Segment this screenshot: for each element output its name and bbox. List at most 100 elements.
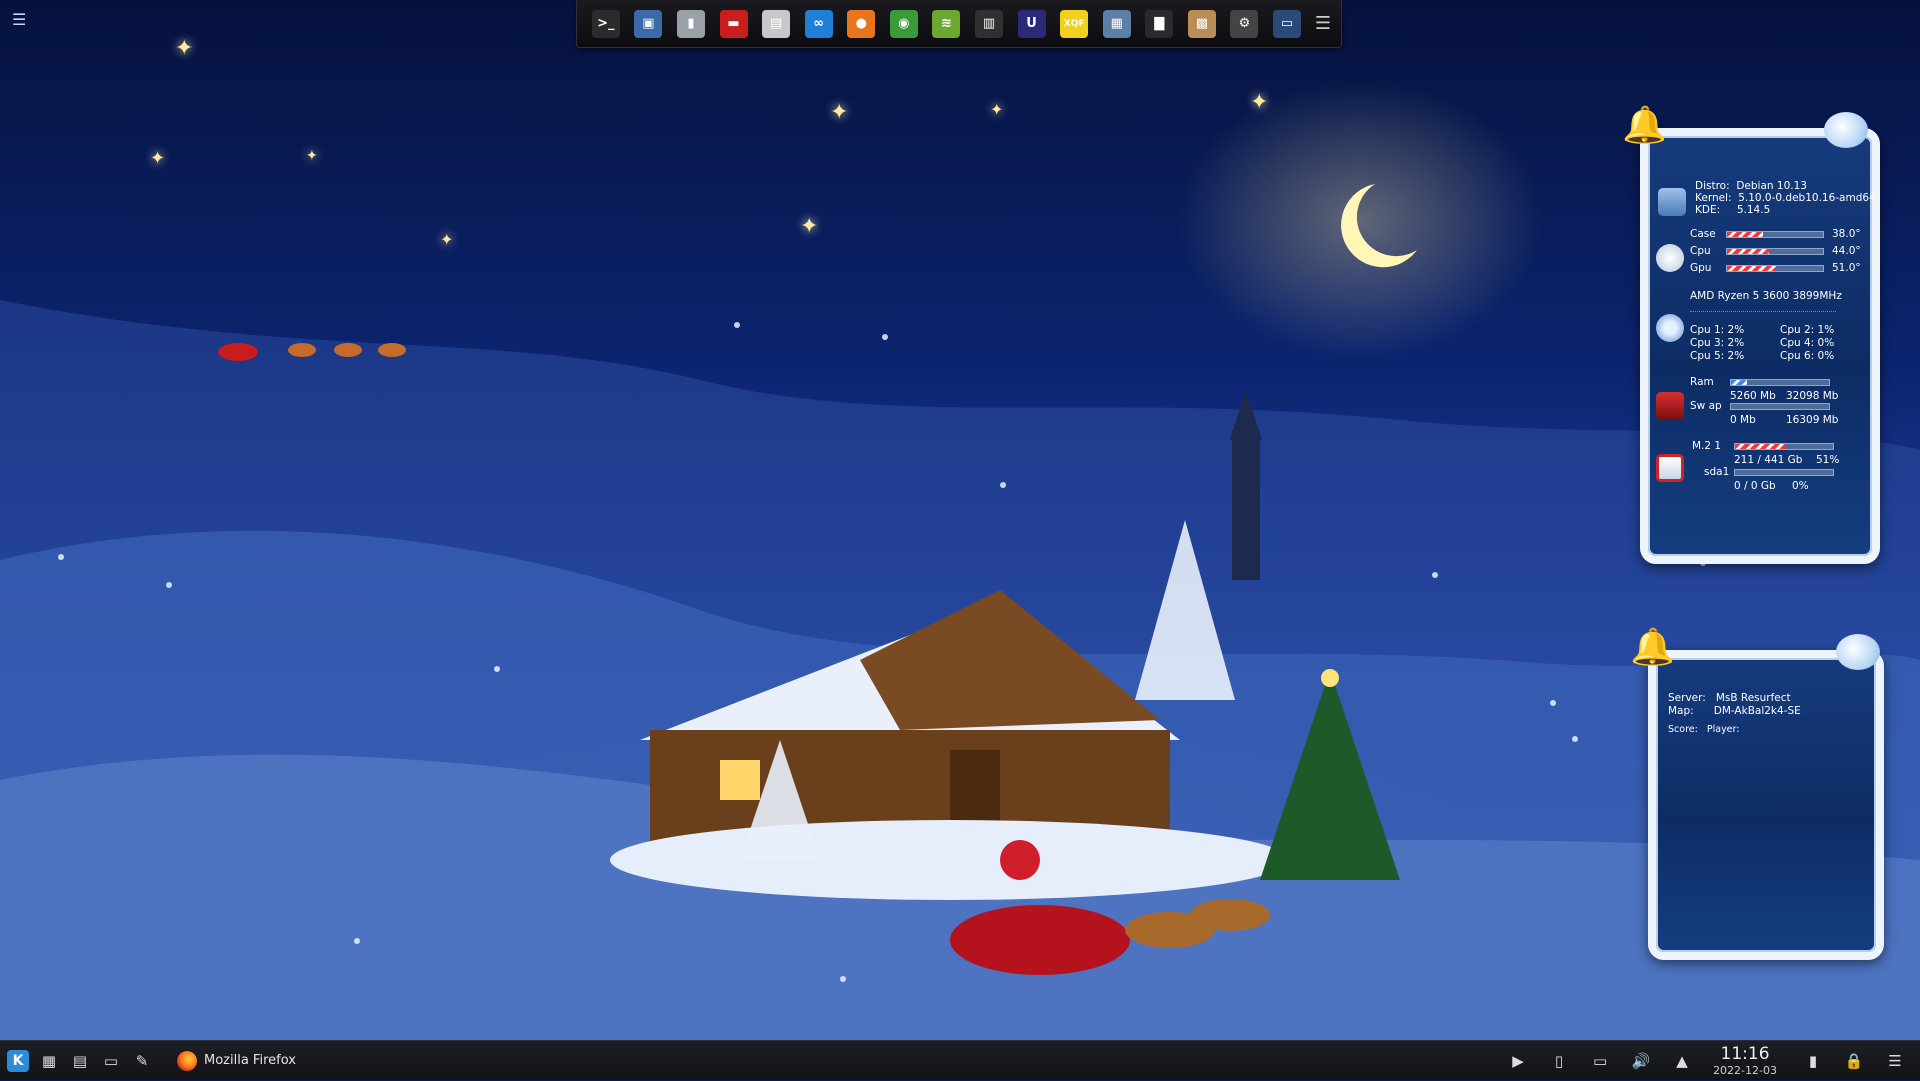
disk2-usage: 0 / 0 Gb	[1734, 480, 1776, 492]
temp-bar	[1726, 248, 1824, 255]
nextcloud-icon-glyph: ∞	[804, 9, 833, 38]
terminal-icon-glyph: >_	[591, 9, 620, 38]
disk1-percent: 51%	[1816, 454, 1840, 466]
swap-used: 0 Mb	[1730, 414, 1756, 426]
text-editor-icon[interactable]: ✎	[129, 1048, 155, 1074]
system-monitor-widget: Distro: Debian 10.13 Kernel: 5.10.0-0.de…	[1640, 128, 1880, 564]
star: ✦	[440, 230, 454, 249]
application-launcher-button[interactable]: K	[5, 1048, 31, 1074]
cpu-core-usage: Cpu 3: 2%	[1690, 337, 1745, 349]
digital-clock[interactable]: 11:16 2022-12-03	[1713, 1046, 1777, 1077]
chrome-icon-glyph: ◉	[889, 9, 918, 38]
cpu-core-usage: Cpu 2: 1%	[1780, 324, 1835, 336]
cpu-gear-icon	[1656, 314, 1684, 342]
network-icon[interactable]: ▭	[1587, 1048, 1613, 1074]
snowflake	[1432, 572, 1438, 578]
thermometer-icon	[1656, 244, 1684, 272]
cpu-core-usage: Cpu 6: 0%	[1780, 350, 1835, 362]
red-folder-icon-glyph: ▬	[719, 9, 748, 38]
temp-value: 51.0°	[1832, 262, 1861, 274]
network-monitor-icon[interactable]: ▣	[630, 5, 668, 43]
audio-meter-icon[interactable]: ▇	[1141, 5, 1179, 43]
swap-label: Sw ap	[1690, 400, 1722, 412]
snowflake	[1550, 700, 1556, 706]
snowy-landscape	[0, 300, 1920, 1040]
media-play-icon[interactable]: ▶	[1505, 1048, 1531, 1074]
disk2-label: sda1	[1704, 466, 1730, 478]
score-header: Score: Player:	[1668, 724, 1740, 735]
terminal-icon[interactable]: >_	[587, 5, 625, 43]
ram-used: 5260 Mb	[1730, 390, 1776, 402]
display-icon[interactable]: ▭	[1268, 5, 1306, 43]
keepass-icon-glyph: ▦	[1102, 9, 1131, 38]
panel-menu-icon[interactable]: ☰	[1882, 1048, 1908, 1074]
star: ✦	[150, 148, 166, 169]
swap-total: 16309 Mb	[1786, 414, 1839, 426]
package-icon-glyph: ▩	[1187, 9, 1216, 38]
desktop-menu-icon[interactable]: ☰	[12, 10, 26, 29]
equalizer-icon[interactable]: ▥	[970, 5, 1008, 43]
nextcloud-icon[interactable]: ∞	[800, 5, 838, 43]
computer-icon	[1658, 188, 1686, 216]
disk1-label: M.2 1	[1692, 440, 1722, 452]
red-folder-icon[interactable]: ▬	[715, 5, 753, 43]
firefox-icon[interactable]: ●	[842, 5, 880, 43]
christmas-bells-icon: 🔔	[1630, 627, 1675, 668]
star: ✦	[175, 36, 194, 61]
dock-menu-icon[interactable]: ☰	[1315, 13, 1331, 34]
usb-drive-icon[interactable]: ▮	[672, 5, 710, 43]
snowflake	[166, 582, 172, 588]
equalizer-icon-glyph: ▥	[974, 9, 1003, 38]
unreal-tournament-icon[interactable]: U	[1013, 5, 1051, 43]
snowflake	[1572, 736, 1578, 742]
firefox-task-button[interactable]: Mozilla Firefox	[169, 1047, 304, 1075]
lock-screen-icon[interactable]: 🔒	[1841, 1048, 1867, 1074]
kernel-row: Kernel: 5.10.0-0.deb10.16-amd64	[1695, 192, 1876, 204]
system-tray: ▶ ▯ ▭ 🔊 ▲ 11:16 2022-12-03 ▮ 🔒 ☰	[1500, 1041, 1920, 1081]
steam-settings-icon-glyph: ⚙	[1230, 9, 1259, 38]
snowflake	[882, 334, 888, 340]
firefox-icon	[177, 1050, 197, 1071]
cpu-core-usage: Cpu 5: 2%	[1690, 350, 1745, 362]
snow-globe-ornament	[1824, 112, 1868, 148]
chrome-icon[interactable]: ◉	[885, 5, 923, 43]
disk2-percent: 0%	[1792, 480, 1809, 492]
terminal-icon[interactable]: ▭	[98, 1048, 124, 1074]
disk1-usage: 211 / 441 Gb	[1734, 454, 1803, 466]
temp-label: Case	[1690, 228, 1716, 240]
snowflake	[840, 976, 846, 982]
clipboard-icon[interactable]: ▮	[1800, 1048, 1826, 1074]
star: ✦	[830, 100, 849, 125]
expand-tray-icon[interactable]: ▲	[1669, 1048, 1695, 1074]
star: ✦	[990, 100, 1004, 119]
file-manager-icon[interactable]: ▤	[67, 1048, 93, 1074]
file-cabinet-icon[interactable]: ▤	[757, 5, 795, 43]
usb-device-icon[interactable]: ▯	[1546, 1048, 1572, 1074]
network-monitor-icon-glyph: ▣	[634, 9, 663, 38]
taskbar: K ▦ ▤ ▭ ✎ Mozilla Firefox ▶ ▯ ▭ 🔊 ▲ 11:1…	[0, 1040, 1920, 1080]
xqf-icon[interactable]: XQF	[1055, 5, 1093, 43]
map-row: Map: DM-AkBal2k4-SE	[1668, 705, 1801, 717]
temp-label: Gpu	[1690, 262, 1712, 274]
package-icon[interactable]: ▩	[1183, 5, 1221, 43]
file-cabinet-icon-glyph: ▤	[762, 9, 791, 38]
steam-settings-icon[interactable]: ⚙	[1226, 5, 1264, 43]
kde-icon: K	[7, 1049, 29, 1072]
spotify-icon-glyph: ≋	[932, 9, 961, 38]
cpu-core-usage: Cpu 1: 2%	[1690, 324, 1745, 336]
kde-row: KDE: 5.14.5	[1695, 204, 1771, 216]
volume-icon[interactable]: 🔊	[1628, 1048, 1654, 1074]
desktop-wallpaper: ✦ ✦ ✦ ✦ ✦ ✦ ✦ ✦ ☰ >_ ▣ ▮ ▬ ▤ ∞ ● ◉ ≋ ▥ U XQF ▦ ▇ ▩ ⚙ ▭ ☰ …	[0, 0, 1920, 1040]
ram-label: Ram	[1690, 376, 1714, 388]
temp-value: 38.0°	[1832, 228, 1861, 240]
keepass-icon[interactable]: ▦	[1098, 5, 1136, 43]
spotify-icon[interactable]: ≋	[928, 5, 966, 43]
snowflake	[734, 322, 740, 328]
cpu-core-usage: Cpu 4: 0%	[1780, 337, 1835, 349]
firefox-icon-glyph: ●	[847, 9, 876, 38]
temp-value: 44.0°	[1832, 245, 1861, 257]
ram-bar	[1730, 379, 1830, 386]
star: ✦	[306, 148, 318, 164]
audio-meter-icon-glyph: ▇	[1145, 9, 1174, 38]
calculator-icon[interactable]: ▦	[36, 1048, 62, 1074]
